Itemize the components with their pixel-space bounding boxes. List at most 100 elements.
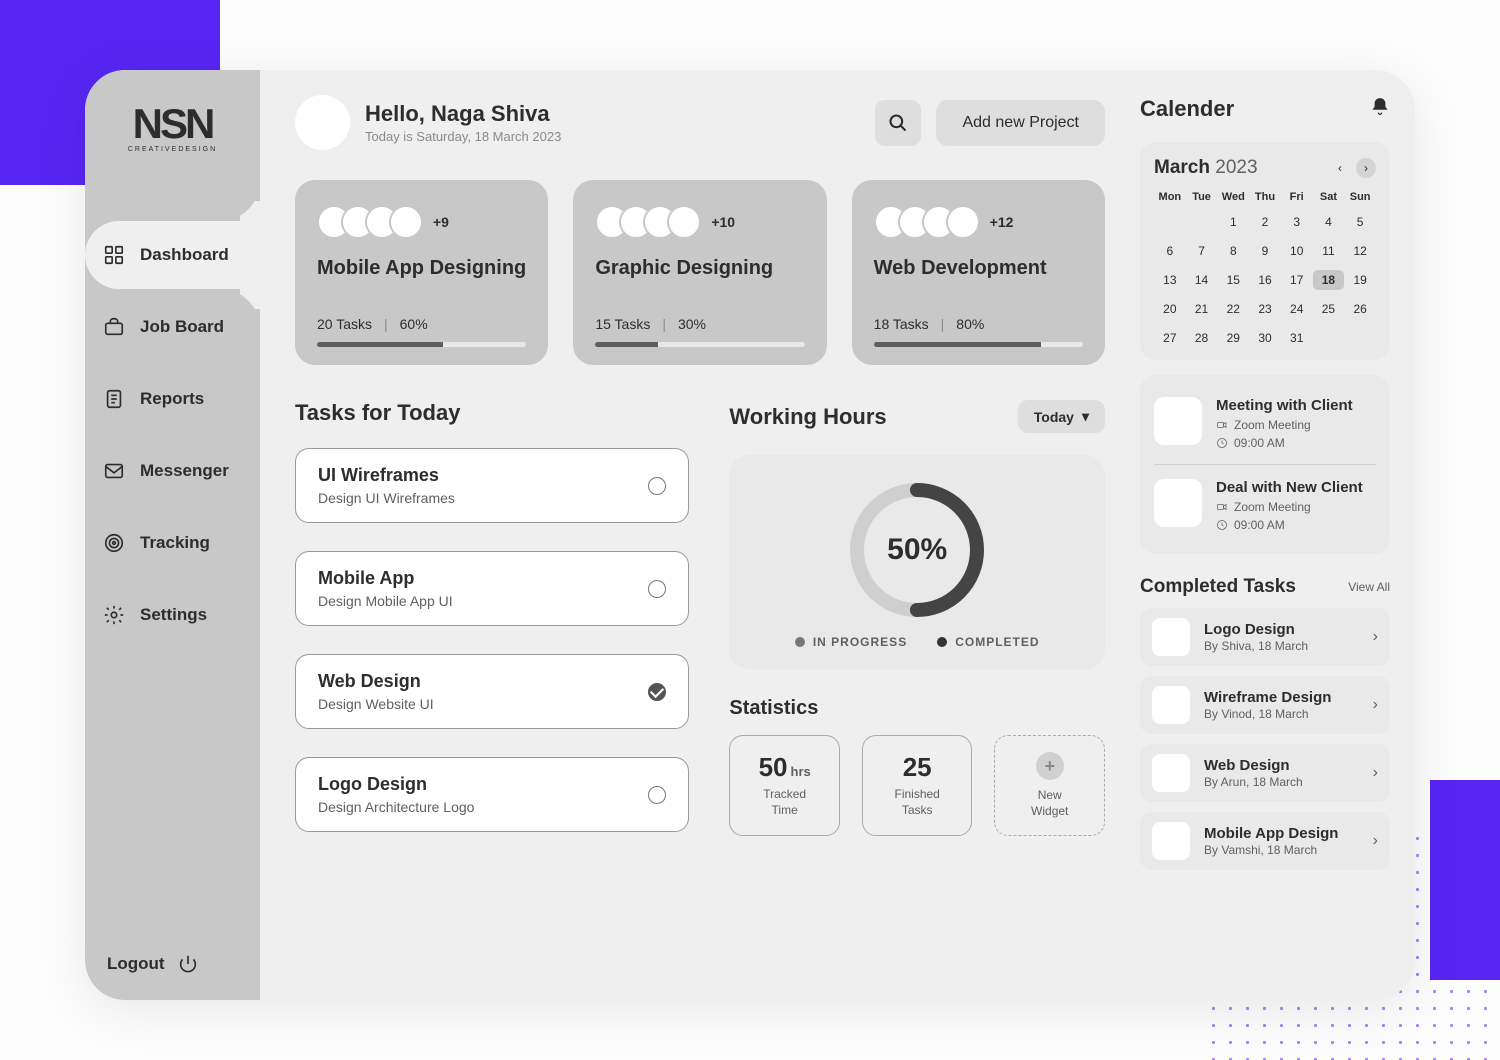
- project-meta: 20 Tasks|60%: [317, 316, 526, 332]
- event-item[interactable]: Deal with New ClientZoom Meeting09:00 AM: [1154, 464, 1376, 540]
- working-hours-column: Working Hours Today ▾ 50%: [729, 400, 1105, 975]
- calendar-day[interactable]: 24: [1281, 299, 1313, 319]
- calendar-day[interactable]: 9: [1249, 241, 1281, 261]
- calendar-day[interactable]: 11: [1313, 241, 1345, 261]
- tasks-column: Tasks for Today UI WireframesDesign UI W…: [295, 400, 689, 975]
- completed-byline: By Vamshi, 18 March: [1204, 843, 1338, 857]
- calendar-day[interactable]: 13: [1154, 270, 1186, 290]
- new-widget-label: NewWidget: [1003, 788, 1096, 819]
- project-card[interactable]: +9Mobile App Designing20 Tasks|60%: [295, 180, 548, 365]
- calendar-day[interactable]: 4: [1313, 212, 1345, 232]
- calendar-day[interactable]: 18: [1313, 270, 1345, 290]
- right-panel: Calender March 2023 ‹ › MonTueWedThuFriS…: [1135, 70, 1415, 1000]
- task-title: Mobile App: [318, 568, 648, 589]
- sidebar-item-messenger[interactable]: Messenger: [85, 454, 260, 488]
- event-item[interactable]: Meeting with ClientZoom Meeting09:00 AM: [1154, 389, 1376, 458]
- task-subtitle: Design Website UI: [318, 696, 648, 712]
- legend-inprogress: IN PROGRESS: [813, 635, 907, 649]
- period-dropdown[interactable]: Today ▾: [1018, 400, 1105, 433]
- completed-byline: By Shiva, 18 March: [1204, 639, 1308, 653]
- project-card[interactable]: +10Graphic Designing15 Tasks|30%: [573, 180, 826, 365]
- calendar-day[interactable]: 28: [1186, 328, 1218, 348]
- calendar-day[interactable]: 23: [1249, 299, 1281, 319]
- user-avatar[interactable]: [295, 95, 350, 150]
- add-project-button[interactable]: Add new Project: [936, 100, 1105, 146]
- calendar-day[interactable]: 15: [1217, 270, 1249, 290]
- calendar-day[interactable]: 7: [1186, 241, 1218, 261]
- calendar-day[interactable]: 2: [1249, 212, 1281, 232]
- statistics-title: Statistics: [729, 697, 1105, 720]
- calendar-day[interactable]: 20: [1154, 299, 1186, 319]
- chevron-right-icon: ›: [1373, 832, 1378, 850]
- donut-percent-label: 50%: [842, 475, 992, 625]
- calendar-day[interactable]: 30: [1249, 328, 1281, 348]
- task-checkbox[interactable]: [648, 683, 666, 701]
- calendar-prev-button[interactable]: ‹: [1330, 158, 1350, 178]
- search-button[interactable]: [875, 100, 921, 146]
- task-title: UI Wireframes: [318, 465, 648, 486]
- calendar-dow: Sat: [1313, 191, 1345, 203]
- task-checkbox[interactable]: [648, 477, 666, 495]
- completed-task-item[interactable]: Logo DesignBy Shiva, 18 March ›: [1140, 608, 1390, 666]
- sidebar-item-dashboard[interactable]: Dashboard: [85, 221, 260, 289]
- calendar-dow: Sun: [1344, 191, 1376, 203]
- calendar-day[interactable]: 14: [1186, 270, 1218, 290]
- calendar-widget: March 2023 ‹ › MonTueWedThuFriSatSun..12…: [1140, 142, 1390, 360]
- completed-title: Web Design: [1204, 757, 1303, 774]
- calendar-day[interactable]: 17: [1281, 270, 1313, 290]
- calendar-day[interactable]: 27: [1154, 328, 1186, 348]
- task-item[interactable]: UI Wireframes Design UI Wireframes: [295, 448, 689, 523]
- calendar-day[interactable]: 19: [1344, 270, 1376, 290]
- sidebar-item-tracking[interactable]: Tracking: [85, 526, 260, 560]
- task-item[interactable]: Mobile AppDesign Mobile App UI: [295, 551, 689, 626]
- greeting-text: Hello, Naga Shiva: [365, 101, 561, 127]
- calendar-day[interactable]: 1: [1217, 212, 1249, 232]
- avatar-stack: +10: [595, 202, 804, 242]
- calendar-day[interactable]: 12: [1344, 241, 1376, 261]
- calendar-day[interactable]: 8: [1217, 241, 1249, 261]
- logout-button[interactable]: Logout: [85, 953, 260, 975]
- completed-task-item[interactable]: Mobile App DesignBy Vamshi, 18 March›: [1140, 812, 1390, 870]
- event-title: Meeting with Client: [1216, 397, 1376, 414]
- completed-task-item[interactable]: Web DesignBy Arun, 18 March›: [1140, 744, 1390, 802]
- donut-legend: IN PROGRESS COMPLETED: [795, 635, 1040, 649]
- calendar-day[interactable]: 5: [1344, 212, 1376, 232]
- task-checkbox[interactable]: [648, 786, 666, 804]
- sidebar-item-settings[interactable]: Settings: [85, 598, 260, 632]
- calendar-day[interactable]: 21: [1186, 299, 1218, 319]
- completed-title: Logo Design: [1204, 621, 1308, 638]
- completed-tasks-list: Logo DesignBy Shiva, 18 March›Wireframe …: [1140, 608, 1390, 870]
- video-icon: [1216, 419, 1228, 431]
- chevron-right-icon: ›: [1373, 696, 1378, 714]
- project-title: Graphic Designing: [595, 256, 804, 306]
- calendar-day[interactable]: 31: [1281, 328, 1313, 348]
- task-item[interactable]: Web DesignDesign Website UI: [295, 654, 689, 729]
- task-subtitle: Design UI Wireframes: [318, 490, 648, 506]
- logo: NSN: [133, 100, 213, 148]
- project-meta: 18 Tasks|80%: [874, 316, 1083, 332]
- project-card[interactable]: +12Web Development18 Tasks|80%: [852, 180, 1105, 365]
- calendar-day[interactable]: 3: [1281, 212, 1313, 232]
- legend-completed: COMPLETED: [955, 635, 1039, 649]
- view-all-link[interactable]: View All: [1348, 580, 1390, 594]
- calendar-day[interactable]: 25: [1313, 299, 1345, 319]
- calendar-day[interactable]: 6: [1154, 241, 1186, 261]
- calendar-day[interactable]: 22: [1217, 299, 1249, 319]
- project-progress: [317, 342, 526, 347]
- sidebar-item-reports[interactable]: Reports: [85, 382, 260, 416]
- completed-task-item[interactable]: Wireframe DesignBy Vinod, 18 March›: [1140, 676, 1390, 734]
- calendar-day[interactable]: 10: [1281, 241, 1313, 261]
- new-widget-button[interactable]: +NewWidget: [994, 735, 1105, 836]
- date-subline: Today is Saturday, 18 March 2023: [365, 129, 561, 144]
- calendar-day[interactable]: 29: [1217, 328, 1249, 348]
- calendar-day[interactable]: 26: [1344, 299, 1376, 319]
- calendar-day[interactable]: 16: [1249, 270, 1281, 290]
- chevron-right-icon: ›: [1373, 628, 1378, 646]
- task-checkbox[interactable]: [648, 580, 666, 598]
- avatar-stack: +12: [874, 202, 1083, 242]
- task-subtitle: Design Architecture Logo: [318, 799, 648, 815]
- clock-icon: [1216, 437, 1228, 449]
- calendar-next-button[interactable]: ›: [1356, 158, 1376, 178]
- bell-icon[interactable]: [1370, 95, 1390, 122]
- task-item[interactable]: Logo DesignDesign Architecture Logo: [295, 757, 689, 832]
